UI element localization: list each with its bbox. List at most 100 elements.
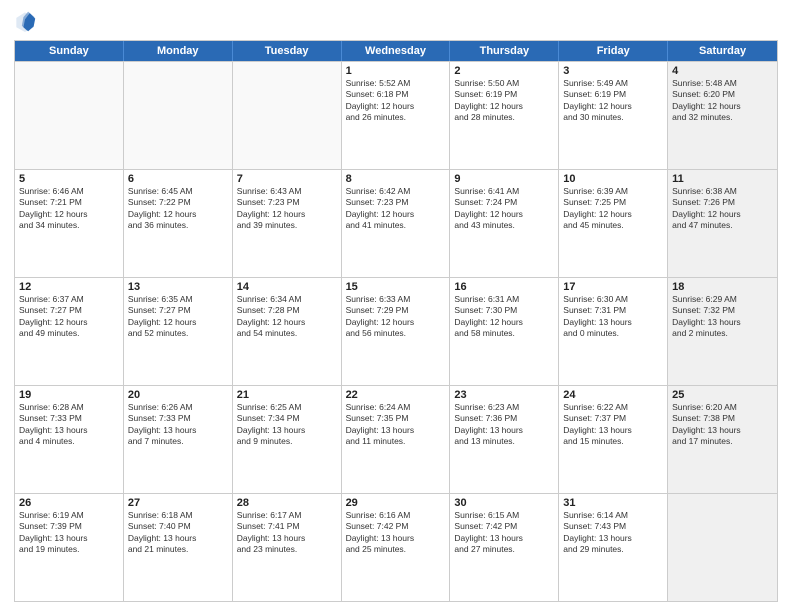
cal-cell-2-3: 15Sunrise: 6:33 AM Sunset: 7:29 PM Dayli… <box>342 278 451 385</box>
cell-info-text: Sunrise: 6:39 AM Sunset: 7:25 PM Dayligh… <box>563 186 663 232</box>
day-number: 23 <box>454 389 554 401</box>
day-number: 9 <box>454 173 554 185</box>
day-number: 8 <box>346 173 446 185</box>
cal-cell-4-6 <box>668 494 777 601</box>
cell-info-text: Sunrise: 6:18 AM Sunset: 7:40 PM Dayligh… <box>128 510 228 556</box>
cell-info-text: Sunrise: 6:31 AM Sunset: 7:30 PM Dayligh… <box>454 294 554 340</box>
header-day-tuesday: Tuesday <box>233 41 342 61</box>
day-number: 4 <box>672 65 773 77</box>
cal-cell-1-4: 9Sunrise: 6:41 AM Sunset: 7:24 PM Daylig… <box>450 170 559 277</box>
cal-cell-4-0: 26Sunrise: 6:19 AM Sunset: 7:39 PM Dayli… <box>15 494 124 601</box>
header-day-sunday: Sunday <box>15 41 124 61</box>
header-day-friday: Friday <box>559 41 668 61</box>
logo-icon <box>14 10 36 32</box>
cell-info-text: Sunrise: 6:43 AM Sunset: 7:23 PM Dayligh… <box>237 186 337 232</box>
cal-cell-0-0 <box>15 62 124 169</box>
header <box>14 10 778 32</box>
day-number: 1 <box>346 65 446 77</box>
day-number: 26 <box>19 497 119 509</box>
calendar-row-3: 19Sunrise: 6:28 AM Sunset: 7:33 PM Dayli… <box>15 385 777 493</box>
cell-info-text: Sunrise: 6:15 AM Sunset: 7:42 PM Dayligh… <box>454 510 554 556</box>
cal-cell-0-4: 2Sunrise: 5:50 AM Sunset: 6:19 PM Daylig… <box>450 62 559 169</box>
day-number: 10 <box>563 173 663 185</box>
cal-cell-0-2 <box>233 62 342 169</box>
cal-cell-4-3: 29Sunrise: 6:16 AM Sunset: 7:42 PM Dayli… <box>342 494 451 601</box>
cal-cell-3-4: 23Sunrise: 6:23 AM Sunset: 7:36 PM Dayli… <box>450 386 559 493</box>
cell-info-text: Sunrise: 6:14 AM Sunset: 7:43 PM Dayligh… <box>563 510 663 556</box>
day-number: 13 <box>128 281 228 293</box>
cal-cell-0-3: 1Sunrise: 5:52 AM Sunset: 6:18 PM Daylig… <box>342 62 451 169</box>
cal-cell-3-5: 24Sunrise: 6:22 AM Sunset: 7:37 PM Dayli… <box>559 386 668 493</box>
cell-info-text: Sunrise: 6:25 AM Sunset: 7:34 PM Dayligh… <box>237 402 337 448</box>
day-number: 27 <box>128 497 228 509</box>
calendar-body: 1Sunrise: 5:52 AM Sunset: 6:18 PM Daylig… <box>15 61 777 601</box>
cell-info-text: Sunrise: 6:22 AM Sunset: 7:37 PM Dayligh… <box>563 402 663 448</box>
day-number: 18 <box>672 281 773 293</box>
cal-cell-2-4: 16Sunrise: 6:31 AM Sunset: 7:30 PM Dayli… <box>450 278 559 385</box>
cal-cell-4-2: 28Sunrise: 6:17 AM Sunset: 7:41 PM Dayli… <box>233 494 342 601</box>
calendar-row-2: 12Sunrise: 6:37 AM Sunset: 7:27 PM Dayli… <box>15 277 777 385</box>
day-number: 2 <box>454 65 554 77</box>
cal-cell-3-0: 19Sunrise: 6:28 AM Sunset: 7:33 PM Dayli… <box>15 386 124 493</box>
calendar: SundayMondayTuesdayWednesdayThursdayFrid… <box>14 40 778 602</box>
day-number: 20 <box>128 389 228 401</box>
cal-cell-2-5: 17Sunrise: 6:30 AM Sunset: 7:31 PM Dayli… <box>559 278 668 385</box>
cal-cell-4-5: 31Sunrise: 6:14 AM Sunset: 7:43 PM Dayli… <box>559 494 668 601</box>
day-number: 11 <box>672 173 773 185</box>
day-number: 15 <box>346 281 446 293</box>
cell-info-text: Sunrise: 6:19 AM Sunset: 7:39 PM Dayligh… <box>19 510 119 556</box>
cell-info-text: Sunrise: 6:37 AM Sunset: 7:27 PM Dayligh… <box>19 294 119 340</box>
header-day-wednesday: Wednesday <box>342 41 451 61</box>
cal-cell-2-2: 14Sunrise: 6:34 AM Sunset: 7:28 PM Dayli… <box>233 278 342 385</box>
cell-info-text: Sunrise: 6:45 AM Sunset: 7:22 PM Dayligh… <box>128 186 228 232</box>
cal-cell-3-6: 25Sunrise: 6:20 AM Sunset: 7:38 PM Dayli… <box>668 386 777 493</box>
cell-info-text: Sunrise: 6:28 AM Sunset: 7:33 PM Dayligh… <box>19 402 119 448</box>
cal-cell-1-5: 10Sunrise: 6:39 AM Sunset: 7:25 PM Dayli… <box>559 170 668 277</box>
cell-info-text: Sunrise: 6:29 AM Sunset: 7:32 PM Dayligh… <box>672 294 773 340</box>
cal-cell-1-0: 5Sunrise: 6:46 AM Sunset: 7:21 PM Daylig… <box>15 170 124 277</box>
calendar-row-4: 26Sunrise: 6:19 AM Sunset: 7:39 PM Dayli… <box>15 493 777 601</box>
calendar-row-1: 5Sunrise: 6:46 AM Sunset: 7:21 PM Daylig… <box>15 169 777 277</box>
day-number: 22 <box>346 389 446 401</box>
cell-info-text: Sunrise: 6:30 AM Sunset: 7:31 PM Dayligh… <box>563 294 663 340</box>
logo <box>14 10 40 32</box>
cell-info-text: Sunrise: 5:50 AM Sunset: 6:19 PM Dayligh… <box>454 78 554 124</box>
cal-cell-1-2: 7Sunrise: 6:43 AM Sunset: 7:23 PM Daylig… <box>233 170 342 277</box>
header-day-saturday: Saturday <box>668 41 777 61</box>
calendar-row-0: 1Sunrise: 5:52 AM Sunset: 6:18 PM Daylig… <box>15 61 777 169</box>
cal-cell-2-0: 12Sunrise: 6:37 AM Sunset: 7:27 PM Dayli… <box>15 278 124 385</box>
cell-info-text: Sunrise: 6:42 AM Sunset: 7:23 PM Dayligh… <box>346 186 446 232</box>
cell-info-text: Sunrise: 6:23 AM Sunset: 7:36 PM Dayligh… <box>454 402 554 448</box>
cal-cell-1-6: 11Sunrise: 6:38 AM Sunset: 7:26 PM Dayli… <box>668 170 777 277</box>
cal-cell-0-6: 4Sunrise: 5:48 AM Sunset: 6:20 PM Daylig… <box>668 62 777 169</box>
day-number: 16 <box>454 281 554 293</box>
cal-cell-2-1: 13Sunrise: 6:35 AM Sunset: 7:27 PM Dayli… <box>124 278 233 385</box>
cell-info-text: Sunrise: 6:20 AM Sunset: 7:38 PM Dayligh… <box>672 402 773 448</box>
cell-info-text: Sunrise: 6:34 AM Sunset: 7:28 PM Dayligh… <box>237 294 337 340</box>
page: SundayMondayTuesdayWednesdayThursdayFrid… <box>0 0 792 612</box>
day-number: 21 <box>237 389 337 401</box>
day-number: 6 <box>128 173 228 185</box>
day-number: 14 <box>237 281 337 293</box>
day-number: 25 <box>672 389 773 401</box>
cal-cell-2-6: 18Sunrise: 6:29 AM Sunset: 7:32 PM Dayli… <box>668 278 777 385</box>
cell-info-text: Sunrise: 6:38 AM Sunset: 7:26 PM Dayligh… <box>672 186 773 232</box>
cell-info-text: Sunrise: 6:26 AM Sunset: 7:33 PM Dayligh… <box>128 402 228 448</box>
header-day-thursday: Thursday <box>450 41 559 61</box>
day-number: 28 <box>237 497 337 509</box>
cell-info-text: Sunrise: 6:24 AM Sunset: 7:35 PM Dayligh… <box>346 402 446 448</box>
day-number: 3 <box>563 65 663 77</box>
day-number: 31 <box>563 497 663 509</box>
cal-cell-1-1: 6Sunrise: 6:45 AM Sunset: 7:22 PM Daylig… <box>124 170 233 277</box>
day-number: 29 <box>346 497 446 509</box>
cell-info-text: Sunrise: 6:17 AM Sunset: 7:41 PM Dayligh… <box>237 510 337 556</box>
cal-cell-0-1 <box>124 62 233 169</box>
cell-info-text: Sunrise: 6:33 AM Sunset: 7:29 PM Dayligh… <box>346 294 446 340</box>
cell-info-text: Sunrise: 6:46 AM Sunset: 7:21 PM Dayligh… <box>19 186 119 232</box>
header-day-monday: Monday <box>124 41 233 61</box>
cal-cell-3-3: 22Sunrise: 6:24 AM Sunset: 7:35 PM Dayli… <box>342 386 451 493</box>
day-number: 19 <box>19 389 119 401</box>
cell-info-text: Sunrise: 6:41 AM Sunset: 7:24 PM Dayligh… <box>454 186 554 232</box>
day-number: 12 <box>19 281 119 293</box>
day-number: 7 <box>237 173 337 185</box>
